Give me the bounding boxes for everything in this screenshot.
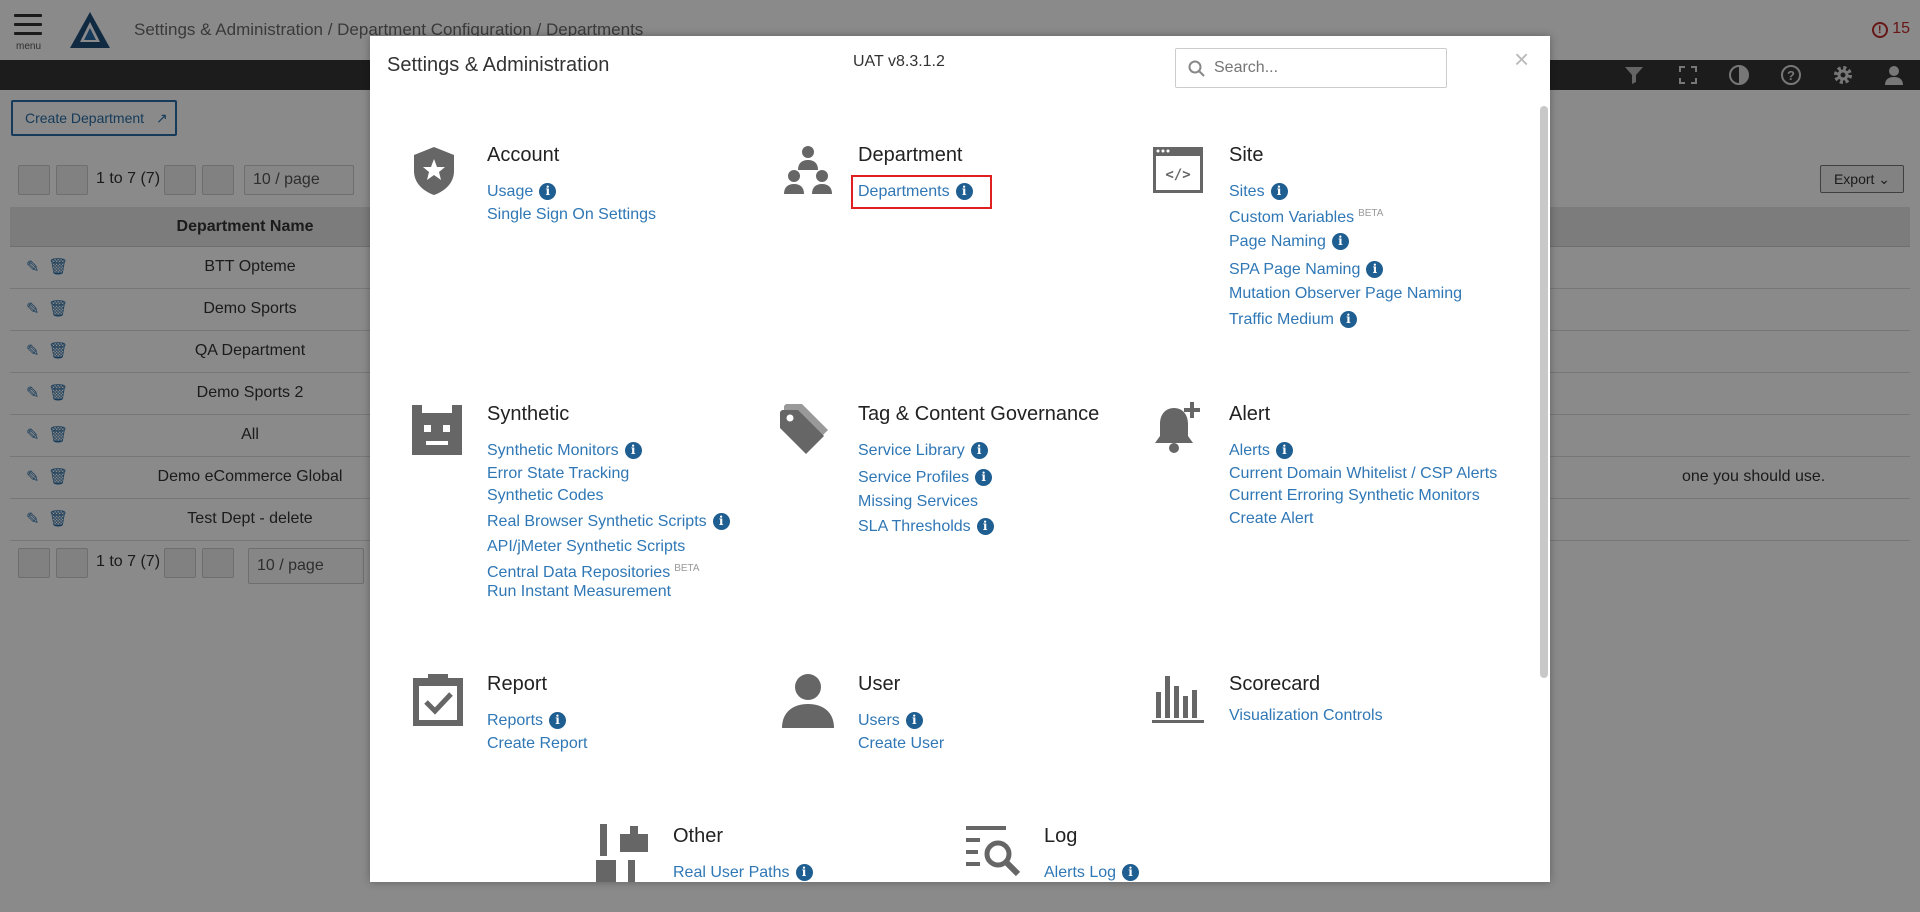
info-icon[interactable]: i bbox=[1331, 233, 1349, 250]
link-users[interactable]: Users i bbox=[858, 711, 923, 730]
people-group-icon bbox=[784, 146, 832, 194]
info-icon[interactable]: i bbox=[539, 183, 557, 200]
link-spa-page-naming[interactable]: SPA Page Naming i bbox=[1229, 260, 1384, 279]
info-icon[interactable]: i bbox=[1270, 183, 1288, 200]
section-site-title: Site bbox=[1229, 144, 1264, 166]
log-search-icon bbox=[966, 826, 1021, 877]
settings-modal: Settings & Administration UAT v8.3.1.2 ×… bbox=[370, 36, 1550, 882]
link-api-jmeter-scripts[interactable]: API/jMeter Synthetic Scripts bbox=[487, 537, 685, 556]
link-sla-thresholds-label: SLA Thresholds bbox=[858, 518, 971, 535]
bar-chart-icon bbox=[1152, 676, 1204, 723]
section-department-title: Department bbox=[858, 144, 963, 166]
bars-pin-icon bbox=[596, 824, 648, 882]
section-tag-title: Tag & Content Governance bbox=[858, 403, 1100, 425]
robot-icon bbox=[412, 405, 462, 455]
info-icon[interactable]: i bbox=[975, 469, 993, 486]
link-central-data-repositories-label: Central Data Repositories bbox=[487, 564, 671, 581]
version-label: UAT v8.3.1.2 bbox=[853, 53, 945, 70]
link-alerts-log-label: Alerts Log bbox=[1044, 864, 1117, 881]
user-icon bbox=[782, 674, 834, 728]
link-erroring-monitors[interactable]: Current Erroring Synthetic Monitors bbox=[1229, 486, 1480, 505]
link-reports[interactable]: Reports i bbox=[487, 711, 567, 730]
link-sites-label: Sites bbox=[1229, 183, 1265, 200]
info-icon[interactable]: i bbox=[624, 442, 642, 459]
section-synthetic-title: Synthetic bbox=[487, 403, 570, 425]
info-icon[interactable]: i bbox=[905, 712, 923, 729]
bell-plus-icon bbox=[1155, 402, 1200, 453]
section-other-title: Other bbox=[673, 825, 724, 847]
info-icon[interactable]: i bbox=[976, 518, 994, 535]
link-traffic-medium[interactable]: Traffic Medium i bbox=[1229, 310, 1357, 329]
link-reports-label: Reports bbox=[487, 712, 544, 729]
info-icon[interactable]: i bbox=[970, 442, 988, 459]
link-visualization-controls[interactable]: Visualization Controls bbox=[1229, 706, 1383, 725]
modal-title: Settings & Administration bbox=[387, 54, 610, 76]
link-run-instant-measurement[interactable]: Run Instant Measurement bbox=[487, 582, 671, 601]
link-service-profiles[interactable]: Service Profiles i bbox=[858, 468, 993, 487]
info-icon[interactable]: i bbox=[1339, 311, 1357, 328]
section-user-title: User bbox=[858, 673, 901, 695]
link-usage-label: Usage bbox=[487, 183, 534, 200]
link-service-library-label: Service Library bbox=[858, 442, 965, 459]
link-domain-whitelist[interactable]: Current Domain Whitelist / CSP Alerts bbox=[1229, 464, 1497, 483]
link-page-naming[interactable]: Page Naming i bbox=[1229, 232, 1349, 251]
link-synthetic-monitors-label: Synthetic Monitors bbox=[487, 442, 619, 459]
close-icon[interactable]: × bbox=[1514, 46, 1529, 72]
link-real-browser-scripts-label: Real Browser Synthetic Scripts bbox=[487, 513, 707, 530]
tags-icon bbox=[780, 404, 828, 454]
link-page-naming-label: Page Naming bbox=[1229, 233, 1326, 250]
shield-star-icon bbox=[414, 147, 454, 195]
link-custom-variables[interactable]: Custom Variables BETA bbox=[1229, 204, 1384, 226]
link-sites[interactable]: Sites i bbox=[1229, 182, 1288, 201]
link-service-profiles-label: Service Profiles bbox=[858, 469, 970, 486]
info-icon[interactable]: i bbox=[549, 712, 567, 729]
link-users-label: Users bbox=[858, 712, 900, 729]
clipboard-check-icon bbox=[413, 674, 463, 726]
link-spa-page-naming-label: SPA Page Naming bbox=[1229, 261, 1361, 278]
link-synthetic-codes[interactable]: Synthetic Codes bbox=[487, 486, 604, 505]
link-missing-services[interactable]: Missing Services bbox=[858, 492, 978, 511]
link-single-sign-on[interactable]: Single Sign On Settings bbox=[487, 205, 656, 224]
search-icon bbox=[1188, 60, 1205, 77]
link-traffic-medium-label: Traffic Medium bbox=[1229, 311, 1334, 328]
link-central-data-repositories[interactable]: Central Data Repositories BETA bbox=[487, 559, 700, 581]
link-create-user[interactable]: Create User bbox=[858, 734, 944, 753]
info-icon[interactable]: i bbox=[795, 864, 813, 881]
highlight-box bbox=[851, 175, 992, 209]
link-sla-thresholds[interactable]: SLA Thresholds i bbox=[858, 517, 994, 536]
info-icon[interactable]: i bbox=[712, 513, 730, 530]
link-custom-variables-label: Custom Variables bbox=[1229, 209, 1355, 226]
info-icon[interactable]: i bbox=[1275, 442, 1293, 459]
info-icon[interactable]: i bbox=[1366, 261, 1384, 278]
modal-scrollbar[interactable] bbox=[1540, 106, 1548, 678]
svg-text:</>: </> bbox=[1165, 167, 1190, 183]
link-real-user-paths-label: Real User Paths bbox=[673, 864, 790, 881]
search-box[interactable] bbox=[1175, 48, 1447, 88]
link-usage[interactable]: Usage i bbox=[487, 182, 557, 201]
link-create-report[interactable]: Create Report bbox=[487, 734, 588, 753]
link-alerts[interactable]: Alerts i bbox=[1229, 441, 1293, 460]
section-account-title: Account bbox=[487, 144, 560, 166]
section-alert-title: Alert bbox=[1229, 403, 1271, 425]
link-synthetic-monitors[interactable]: Synthetic Monitors i bbox=[487, 441, 642, 460]
link-error-state-tracking[interactable]: Error State Tracking bbox=[487, 464, 629, 483]
info-icon[interactable]: i bbox=[1122, 864, 1140, 881]
link-alerts-label: Alerts bbox=[1229, 442, 1270, 459]
section-log-title: Log bbox=[1044, 825, 1078, 847]
link-real-user-paths[interactable]: Real User Paths i bbox=[673, 863, 813, 882]
link-create-alert[interactable]: Create Alert bbox=[1229, 509, 1313, 528]
link-service-library[interactable]: Service Library i bbox=[858, 441, 988, 460]
link-alerts-log[interactable]: Alerts Log i bbox=[1044, 863, 1140, 882]
link-mutation-observer[interactable]: Mutation Observer Page Naming bbox=[1229, 284, 1462, 303]
section-scorecard-title: Scorecard bbox=[1229, 673, 1321, 695]
search-input[interactable] bbox=[1214, 58, 1434, 78]
beta-badge: BETA bbox=[1358, 208, 1384, 219]
beta-badge: BETA bbox=[674, 563, 700, 574]
browser-code-icon: </> bbox=[1153, 147, 1203, 193]
link-real-browser-scripts[interactable]: Real Browser Synthetic Scripts i bbox=[487, 512, 730, 531]
section-report-title: Report bbox=[487, 673, 548, 695]
